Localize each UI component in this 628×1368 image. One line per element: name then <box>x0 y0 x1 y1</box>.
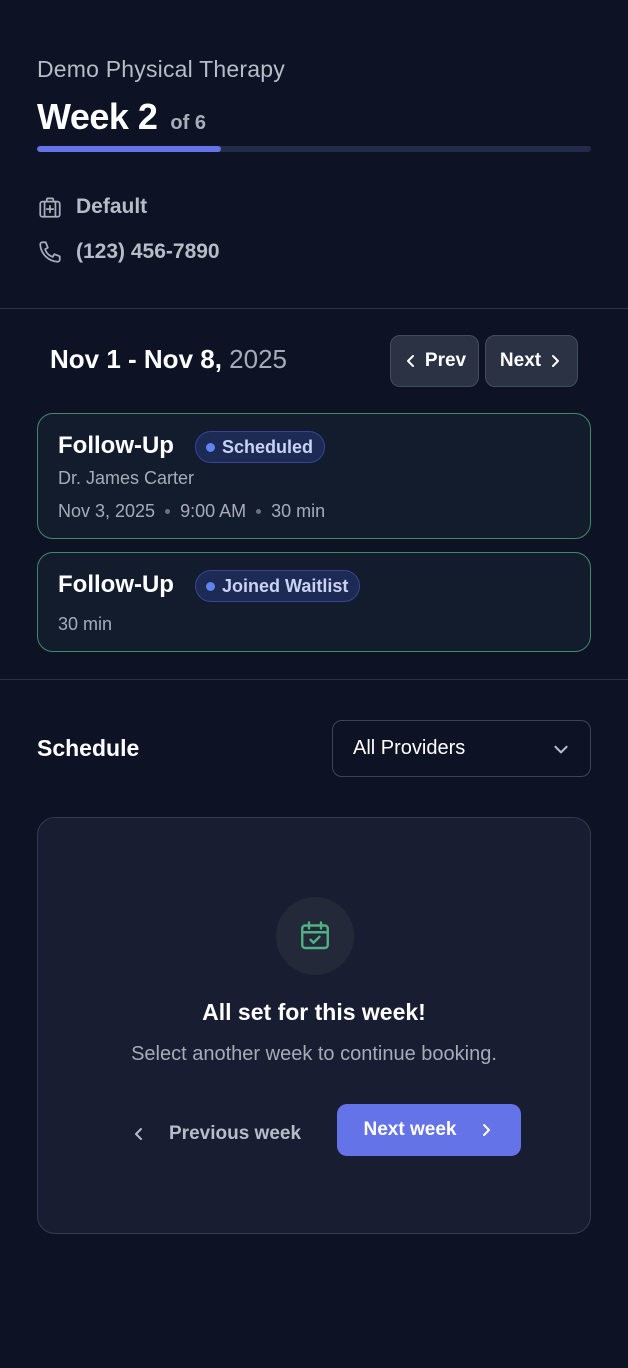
appointment-title: Follow-Up <box>58 571 174 598</box>
clinic-name: Demo Physical Therapy <box>37 56 285 82</box>
separator-dot <box>256 509 262 514</box>
previous-week-link[interactable]: Previous week <box>131 1114 301 1154</box>
appointment-meta: Nov 3, 2025 9:00 AM 30 min <box>58 501 325 522</box>
empty-state-icon-circle <box>276 897 354 975</box>
status-label: Scheduled <box>222 436 314 457</box>
status-dot <box>206 442 215 452</box>
date-range-year: 2025 <box>229 344 288 374</box>
empty-state-subtitle: Select another week to continue booking. <box>131 1043 497 1065</box>
week-title: Week 2 <box>37 96 158 137</box>
appointment-card[interactable]: Follow-Up Scheduled Dr. James Carter Nov… <box>37 413 591 539</box>
phone-icon <box>39 241 61 263</box>
empty-state-title: All set for this week! <box>202 999 426 1025</box>
next-week-cta-button[interactable]: Next week <box>337 1104 521 1156</box>
date-range-text: Nov 1 - Nov 8, <box>50 344 222 374</box>
chevron-right-icon <box>483 1124 491 1136</box>
chevron-left-icon <box>135 1128 142 1140</box>
status-label: Joined Waitlist <box>222 575 349 596</box>
prev-week-button[interactable]: Prev <box>390 335 479 387</box>
status-badge: Scheduled <box>195 431 326 463</box>
chevron-right-icon <box>552 355 560 367</box>
schedule-title: Schedule <box>37 735 140 761</box>
program-progress-fill <box>37 146 222 152</box>
program-progress-bar <box>37 146 591 152</box>
appointment-card[interactable]: Follow-Up Joined Waitlist 30 min <box>37 552 591 652</box>
location-name: Default <box>76 195 148 218</box>
week-total: of 6 <box>170 112 206 134</box>
program-header: Demo Physical Therapy Week 2 of 6 Defaul… <box>0 0 628 309</box>
next-button-label: Next <box>499 350 542 371</box>
medical-bag-icon <box>39 197 61 218</box>
location-row: Default <box>37 194 147 220</box>
appointment-provider: Dr. James Carter <box>58 468 195 488</box>
provider-select-value: All Providers <box>353 737 466 759</box>
chevron-left-icon <box>406 355 414 367</box>
prev-button-label: Prev <box>424 350 467 371</box>
appointment-date: Nov 3, 2025 <box>58 501 156 521</box>
section-divider <box>0 679 628 680</box>
booking-page: Demo Physical Therapy Week 2 of 6 Defaul… <box>0 0 628 1368</box>
next-week-button[interactable]: Next <box>485 335 578 387</box>
week-indicator: Week 2 of 6 <box>37 96 206 138</box>
appointment-duration: 30 min <box>58 614 113 634</box>
provider-select[interactable]: All Providers <box>332 720 591 777</box>
appointment-meta: 30 min <box>58 614 112 635</box>
previous-week-label: Previous week <box>169 1123 302 1144</box>
phone-number[interactable]: (123) 456-7890 <box>76 240 220 264</box>
appointment-title: Follow-Up <box>58 432 174 459</box>
status-dot <box>206 581 215 591</box>
appointment-time: 9:00 AM <box>180 501 247 521</box>
next-week-label: Next week <box>363 1119 457 1140</box>
calendar-check-icon <box>301 921 329 950</box>
chevron-down-icon <box>554 745 568 753</box>
separator-dot <box>165 509 171 514</box>
week-date-range: Nov 1 - Nov 8, 2025 <box>50 344 287 375</box>
status-badge: Joined Waitlist <box>195 570 361 602</box>
empty-state-card: All set for this week! Select another we… <box>37 817 591 1234</box>
phone-row[interactable]: (123) 456-7890 <box>37 239 220 265</box>
appointment-duration: 30 min <box>271 501 326 521</box>
